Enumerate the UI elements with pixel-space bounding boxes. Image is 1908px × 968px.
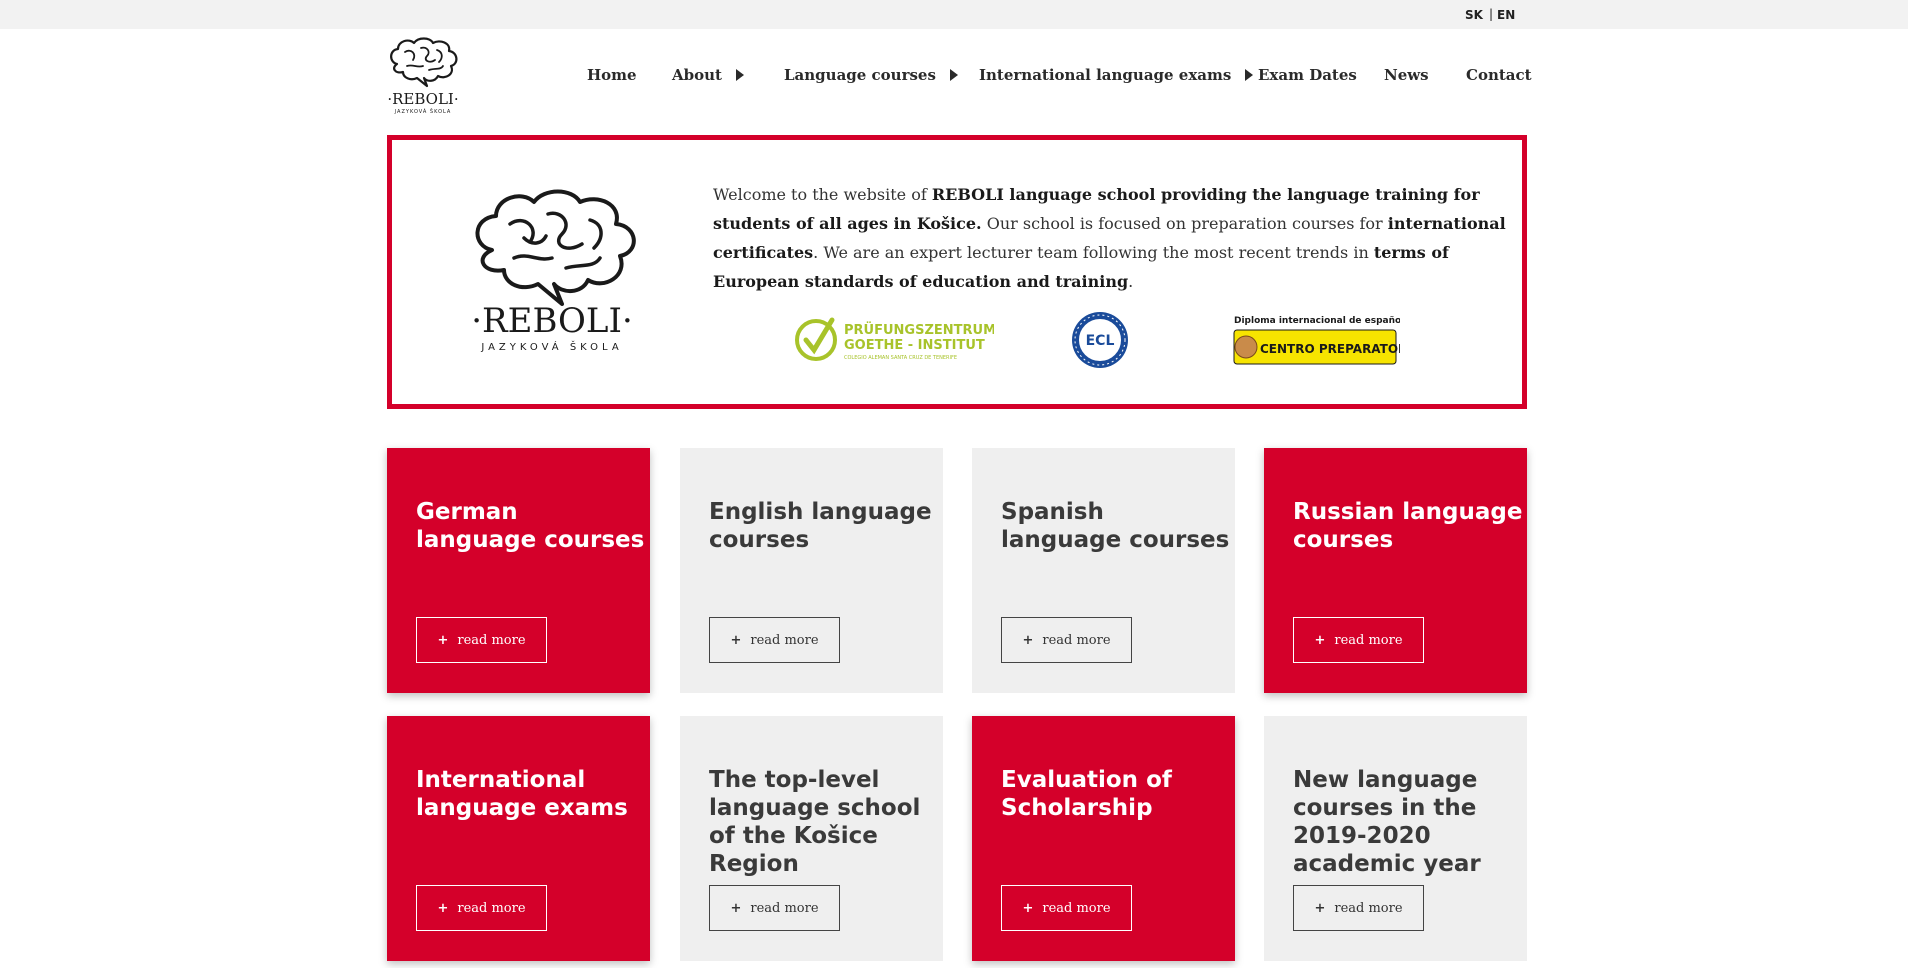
- svg-text:ECL: ECL: [1086, 333, 1115, 349]
- tile-title: English language courses: [709, 499, 932, 553]
- read-more-button[interactable]: + read more: [416, 617, 547, 663]
- plus-icon: +: [730, 632, 742, 648]
- svg-text:PRÜFUNGSZENTRUM: PRÜFUNGSZENTRUM: [844, 322, 994, 338]
- dele-badge[interactable]: Diploma internacional de español CENTRO …: [1230, 313, 1400, 369]
- lang-sk-link[interactable]: SK: [1465, 8, 1483, 22]
- goethe-badge[interactable]: PRÜFUNGSZENTRUM GOETHE - INSTITUT COLEGI…: [794, 312, 994, 368]
- nav-language-courses[interactable]: Language courses: [784, 66, 958, 84]
- plus-icon: +: [1022, 900, 1034, 916]
- nav-about-label: About: [672, 66, 722, 84]
- tile-title: German language courses: [416, 499, 645, 553]
- intro-panel: ·REBOLI· JAZYKOVÁ ŠKOLA Welcome to the w…: [387, 135, 1527, 409]
- plus-icon: +: [1314, 632, 1326, 648]
- tile-russian[interactable]: Russian language courses + read more: [1264, 448, 1527, 693]
- tile-new-courses[interactable]: New language courses in the 2019-2020 acade…: [1264, 716, 1527, 961]
- svg-text:Diploma internacional de españ: Diploma internacional de español: [1234, 316, 1400, 326]
- plus-icon: +: [437, 632, 449, 648]
- nav-home[interactable]: Home: [587, 66, 637, 84]
- goethe-logo-icon: PRÜFUNGSZENTRUM GOETHE - INSTITUT COLEGI…: [795, 317, 994, 361]
- read-more-button[interactable]: + read more: [709, 885, 840, 931]
- nav-about[interactable]: About: [672, 66, 744, 84]
- tile-title: Spanish language courses: [1001, 499, 1230, 553]
- svg-text:COLEGIO ALEMAN SANTA CRUZ DE T: COLEGIO ALEMAN SANTA CRUZ DE TENERIFE: [844, 355, 957, 361]
- lang-en-link[interactable]: EN: [1497, 8, 1515, 22]
- intro-text: Welcome to the website of REBOLI languag…: [713, 185, 1506, 291]
- lang-separator: |: [1489, 7, 1494, 21]
- nav-news-label: News: [1384, 66, 1429, 84]
- tile-spanish[interactable]: Spanish language courses + read more: [972, 448, 1235, 693]
- nav-contact[interactable]: Contact: [1466, 66, 1532, 84]
- nav-exams-label: International language exams: [979, 66, 1232, 84]
- tile-top-level-school[interactable]: The top-level language school of the Košic…: [680, 716, 943, 961]
- caret-right-icon: [1245, 69, 1254, 81]
- tile-german[interactable]: German language courses + read more: [387, 448, 650, 693]
- svg-text:·REBOLI·: ·REBOLI·: [387, 90, 458, 108]
- nav-exam-dates[interactable]: Exam Dates: [1258, 66, 1357, 84]
- intro-logo: ·REBOLI· JAZYKOVÁ ŠKOLA: [452, 180, 652, 360]
- read-more-button[interactable]: + read more: [709, 617, 840, 663]
- top-bar: SK | EN: [0, 0, 1908, 29]
- nav-home-label: Home: [587, 66, 637, 84]
- tile-title: The top-level language school of the Košic…: [709, 767, 921, 877]
- nav-international-exams[interactable]: International language exams: [979, 66, 1254, 84]
- read-more-button[interactable]: + read more: [1293, 885, 1424, 931]
- tile-title: Evaluation of Scholarship: [1001, 767, 1172, 821]
- ecl-logo-icon: ECL: [1072, 312, 1128, 368]
- caret-right-icon: [949, 69, 958, 81]
- tile-english[interactable]: English language courses + read more: [680, 448, 943, 693]
- tile-international-exams[interactable]: International language exams + read more: [387, 716, 650, 961]
- main-nav: Home About Language courses Internationa…: [0, 66, 1908, 86]
- read-more-button[interactable]: + read more: [1001, 885, 1132, 931]
- plus-icon: +: [730, 900, 742, 916]
- tile-title: Russian language courses: [1293, 499, 1523, 553]
- dele-logo-icon: Diploma internacional de español CENTRO …: [1233, 316, 1400, 365]
- nav-dates-label: Exam Dates: [1258, 66, 1357, 84]
- nav-contact-label: Contact: [1466, 66, 1532, 84]
- nav-news[interactable]: News: [1384, 66, 1429, 84]
- read-more-button[interactable]: + read more: [1001, 617, 1132, 663]
- tile-title: International language exams: [416, 767, 628, 821]
- plus-icon: +: [1022, 632, 1034, 648]
- ecl-badge[interactable]: ECL: [1070, 310, 1130, 370]
- caret-right-icon: [735, 69, 744, 81]
- plus-icon: +: [1314, 900, 1326, 916]
- nav-courses-label: Language courses: [784, 66, 936, 84]
- svg-text:GOETHE - INSTITUT: GOETHE - INSTITUT: [844, 338, 985, 353]
- svg-text:CENTRO PREPARATORIO: CENTRO PREPARATORIO: [1260, 342, 1400, 356]
- tile-scholarship[interactable]: Evaluation of Scholarship + read more: [972, 716, 1235, 961]
- svg-text:JAZYKOVÁ ŠKOLA: JAZYKOVÁ ŠKOLA: [394, 108, 452, 115]
- read-more-button[interactable]: + read more: [1293, 617, 1424, 663]
- read-more-button[interactable]: + read more: [416, 885, 547, 931]
- svg-text:·REBOLI·: ·REBOLI·: [471, 301, 633, 341]
- svg-text:JAZYKOVÁ ŠKOLA: JAZYKOVÁ ŠKOLA: [480, 340, 622, 353]
- tile-title: New language courses in the 2019-2020 acade…: [1293, 767, 1481, 877]
- brain-logo-icon: ·REBOLI· JAZYKOVÁ ŠKOLA: [471, 189, 636, 353]
- plus-icon: +: [437, 900, 449, 916]
